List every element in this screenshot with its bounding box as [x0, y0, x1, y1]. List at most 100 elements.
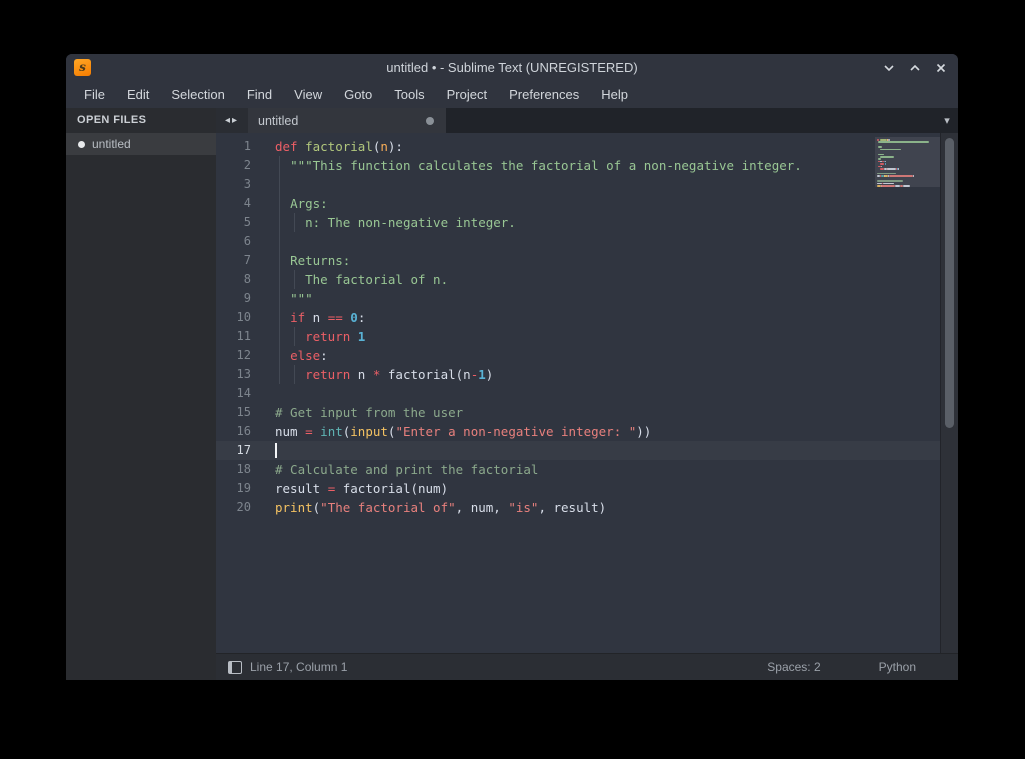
line-number: 3: [216, 175, 251, 194]
code-line[interactable]: 8 The factorial of n.: [216, 270, 941, 289]
line-number: 10: [216, 308, 251, 327]
sublime-logo-icon: s: [74, 59, 91, 76]
minimap[interactable]: [875, 137, 941, 649]
menu-item-file[interactable]: File: [73, 81, 116, 108]
code-text: else:: [275, 346, 328, 365]
tab-modified-dot-icon[interactable]: [426, 117, 434, 125]
code-line[interactable]: 4 Args:: [216, 194, 941, 213]
minimap-line: [898, 168, 899, 170]
status-syntax[interactable]: Python: [879, 660, 916, 674]
line-number: 8: [216, 270, 251, 289]
chevron-down-icon: ▾: [944, 114, 950, 127]
tab-untitled[interactable]: untitled: [248, 108, 446, 133]
status-position: Line 17, Column 1: [250, 660, 347, 674]
menu-item-preferences[interactable]: Preferences: [498, 81, 590, 108]
tab-overflow-button[interactable]: ▾: [936, 108, 958, 133]
code-line[interactable]: 20print("The factorial of", num, "is", r…: [216, 498, 941, 517]
tab-scroll-left-icon[interactable]: ◂: [225, 115, 232, 126]
modified-dot-icon: [78, 141, 85, 148]
indent-guide-icon: [279, 175, 280, 194]
code-line[interactable]: 5 n: The non-negative integer.: [216, 213, 941, 232]
tab-scroll-buttons[interactable]: ◂▸: [216, 108, 248, 133]
code-line[interactable]: 14: [216, 384, 941, 403]
code-line[interactable]: 6: [216, 232, 941, 251]
code-text: return 1: [275, 327, 365, 346]
sidebar: OPEN FILES untitled: [66, 108, 216, 680]
maximize-button[interactable]: [907, 60, 922, 75]
code-line[interactable]: 2 """This function calculates the factor…: [216, 156, 941, 175]
line-number: 13: [216, 365, 251, 384]
window-title: untitled • - Sublime Text (UNREGISTERED): [66, 60, 958, 75]
code-editor[interactable]: 1def factorial(n):2 """This function cal…: [216, 133, 958, 653]
line-number: 11: [216, 327, 251, 346]
minimap-line: [878, 146, 882, 148]
code-line[interactable]: 9 """: [216, 289, 941, 308]
desktop-background: s untitled • - Sublime Text (UNREGISTERE…: [0, 0, 1025, 759]
minimap-line: [881, 185, 894, 187]
menu-item-goto[interactable]: Goto: [333, 81, 383, 108]
code-line[interactable]: 12 else:: [216, 346, 941, 365]
tab-scroll-right-icon[interactable]: ▸: [232, 115, 239, 126]
menu-item-edit[interactable]: Edit: [116, 81, 160, 108]
sidebar-item-label: untitled: [92, 137, 131, 151]
code-text: result = factorial(num): [275, 479, 448, 498]
code-text: n: The non-negative integer.: [275, 213, 516, 232]
code-line[interactable]: 15# Get input from the user: [216, 403, 941, 422]
minimize-button[interactable]: [881, 60, 896, 75]
window-controls: [881, 54, 948, 81]
indent-guide-icon: [279, 232, 280, 251]
code-text: """This function calculates the factoria…: [275, 156, 802, 175]
minimap-line: [887, 168, 896, 170]
code-text: if n == 0:: [275, 308, 365, 327]
status-panel-icon[interactable]: [228, 661, 242, 674]
code-line[interactable]: 7 Returns:: [216, 251, 941, 270]
scrollbar-thumb[interactable]: [945, 138, 954, 428]
menu-item-help[interactable]: Help: [590, 81, 639, 108]
code-line[interactable]: 3: [216, 175, 941, 194]
titlebar[interactable]: s untitled • - Sublime Text (UNREGISTERE…: [66, 54, 958, 81]
line-number: 19: [216, 479, 251, 498]
minimap-line: [880, 139, 887, 141]
line-number: 7: [216, 251, 251, 270]
close-icon: [934, 61, 948, 75]
line-number: 2: [216, 156, 251, 175]
code-line[interactable]: 18# Calculate and print the factorial: [216, 460, 941, 479]
code-area[interactable]: 1def factorial(n):2 """This function cal…: [216, 137, 941, 653]
close-button[interactable]: [933, 60, 948, 75]
tabbar: ◂▸ untitled ▾: [216, 108, 958, 133]
code-text: def factorial(n):: [275, 137, 403, 156]
minimap-line: [883, 183, 894, 185]
minimap-line: [878, 154, 884, 156]
code-text: # Get input from the user: [275, 403, 463, 422]
code-line[interactable]: 11 return 1: [216, 327, 941, 346]
line-number: 4: [216, 194, 251, 213]
chevron-up-icon: [908, 61, 922, 75]
minimap-line: [888, 139, 889, 141]
menu-item-find[interactable]: Find: [236, 81, 283, 108]
line-number: 18: [216, 460, 251, 479]
code-line[interactable]: 19 result = factorial(num): [216, 479, 941, 498]
code-text: Returns:: [275, 251, 350, 270]
menu-item-selection[interactable]: Selection: [160, 81, 235, 108]
code-text: return n * factorial(n-1): [275, 365, 493, 384]
minimap-line: [889, 175, 913, 177]
open-files-header: OPEN FILES: [66, 108, 216, 133]
code-line[interactable]: 17: [216, 441, 941, 460]
menu-item-project[interactable]: Project: [436, 81, 498, 108]
code-line[interactable]: 13 return n * factorial(n-1): [216, 365, 941, 384]
vertical-scrollbar[interactable]: [940, 133, 958, 653]
menu-item-tools[interactable]: Tools: [383, 81, 435, 108]
tab-label: untitled: [258, 114, 426, 128]
minimap-line: [880, 163, 884, 165]
code-line[interactable]: 10 if n == 0:: [216, 308, 941, 327]
status-indentation[interactable]: Spaces: 2: [767, 660, 820, 674]
line-number: 17: [216, 441, 251, 460]
code-line[interactable]: 1def factorial(n):: [216, 137, 941, 156]
menu-item-view[interactable]: View: [283, 81, 333, 108]
code-line[interactable]: 16num = int(input("Enter a non-negative …: [216, 422, 941, 441]
code-text: num = int(input("Enter a non-negative in…: [275, 422, 651, 441]
minimap-line: [885, 163, 886, 165]
minimap-line: [913, 175, 914, 177]
line-number: 6: [216, 232, 251, 251]
sidebar-item-untitled[interactable]: untitled: [66, 133, 216, 155]
